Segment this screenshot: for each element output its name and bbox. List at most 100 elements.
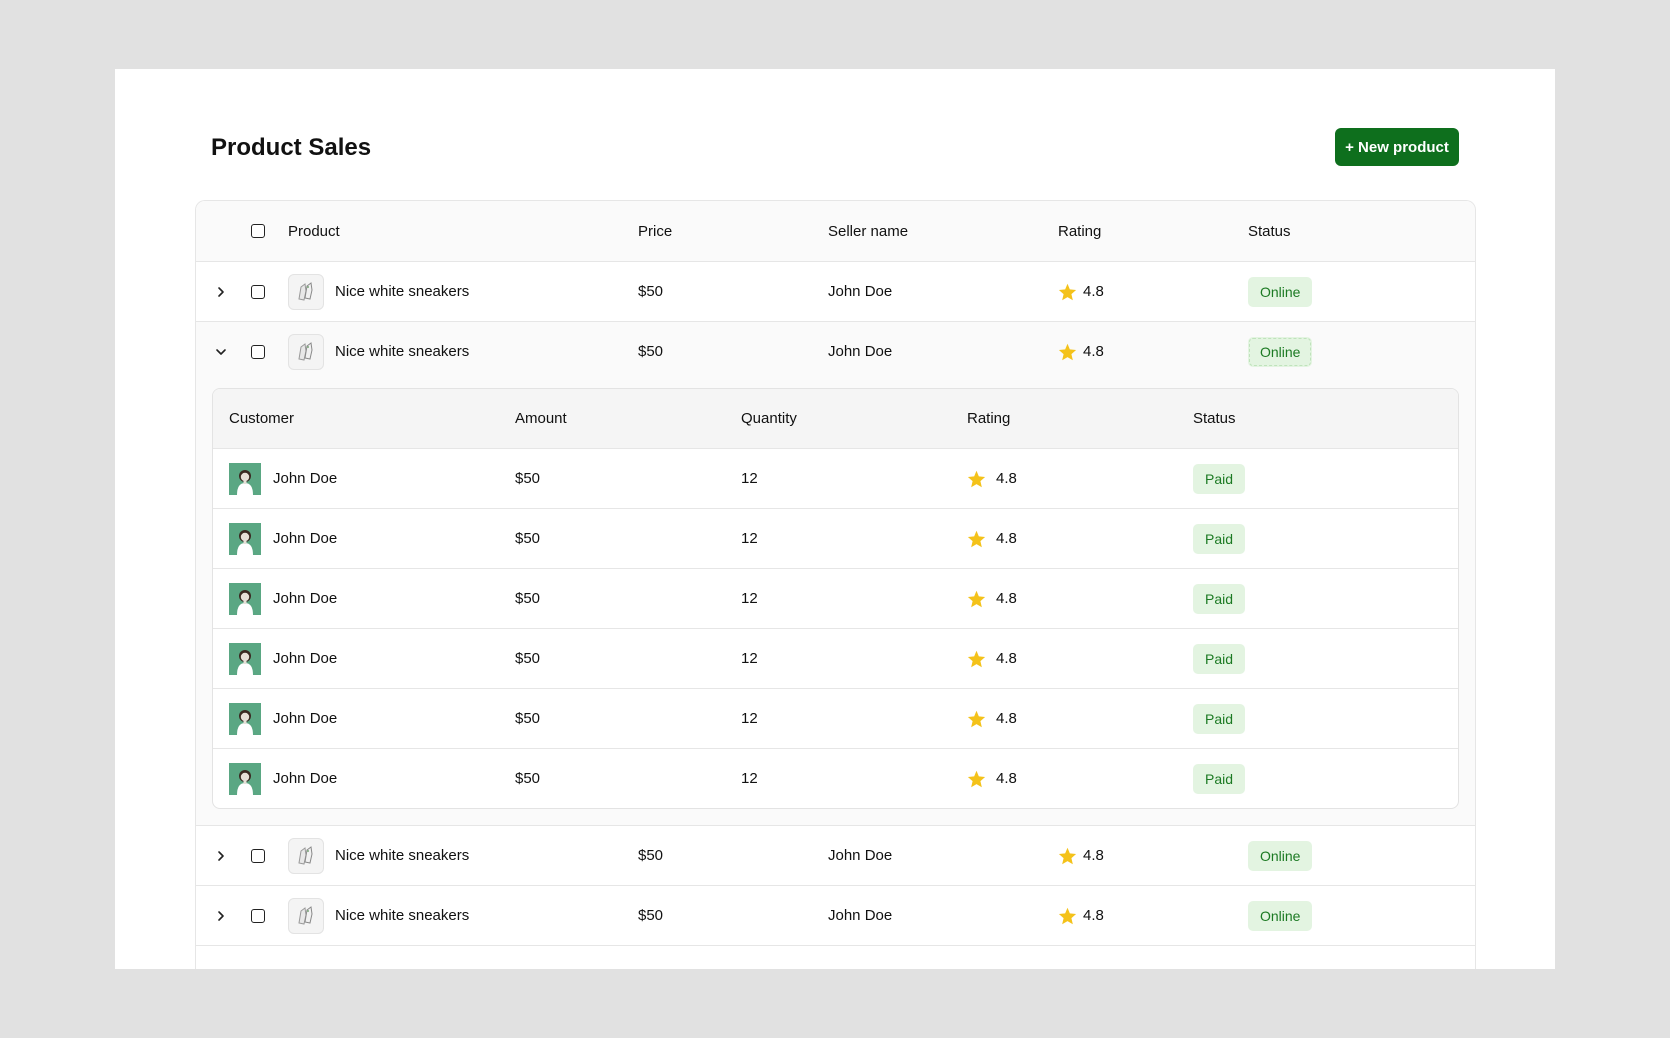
sale-quantity: 12 bbox=[741, 530, 758, 547]
product-name: Nice white sneakers bbox=[335, 283, 470, 300]
status-badge: Online bbox=[1248, 900, 1313, 931]
product-rating: 4.8 bbox=[1083, 343, 1104, 360]
sale-quantity: 12 bbox=[741, 770, 758, 787]
product-rating: 4.8 bbox=[1083, 847, 1104, 864]
customer-name: John Doe bbox=[273, 590, 338, 607]
sneaker-thumbnail bbox=[288, 273, 324, 310]
customer-name: John Doe bbox=[273, 470, 338, 487]
payment-status-badge: Paid bbox=[1193, 763, 1246, 794]
star-icon bbox=[1058, 343, 1077, 361]
expanded-sales-detail: Customer Amount Quantity Rating Status John … bbox=[196, 381, 1475, 826]
payment-status-badge: Paid bbox=[1193, 703, 1246, 734]
seller-name: John Doe bbox=[828, 847, 893, 864]
status-badge: Online bbox=[1248, 336, 1313, 367]
payment-status-badge: Paid bbox=[1193, 643, 1246, 674]
customer-name: John Doe bbox=[273, 770, 338, 787]
table-row[interactable]: Nice white sneakers $50 John Doe 4.8 Onl… bbox=[196, 322, 1475, 381]
row-checkbox[interactable] bbox=[251, 344, 265, 359]
table-row[interactable]: Nice white sneakers $50 John Doe 4.8 Onl… bbox=[196, 886, 1475, 946]
column-header-price: Price bbox=[638, 222, 673, 240]
row-checkbox[interactable] bbox=[251, 284, 265, 299]
star-icon bbox=[967, 470, 986, 488]
expand-toggle[interactable] bbox=[210, 262, 232, 321]
star-icon bbox=[967, 650, 986, 668]
sale-amount: $50 bbox=[515, 770, 541, 787]
select-all-checkbox[interactable] bbox=[251, 224, 265, 238]
page-title: Product Sales bbox=[211, 134, 372, 161]
sale-amount: $50 bbox=[515, 710, 541, 727]
payment-status-badge: Paid bbox=[1193, 583, 1246, 614]
sales-row: John Doe $50 12 4.8 Paid bbox=[213, 749, 1458, 808]
seller-name: John Doe bbox=[828, 343, 893, 360]
sneaker-thumbnail bbox=[288, 333, 324, 370]
table-row[interactable]: Nice white sneakers $50 John Doe 4.8 Onl… bbox=[196, 262, 1475, 322]
product-price: $50 bbox=[638, 343, 664, 360]
product-name: Nice white sneakers bbox=[335, 907, 470, 924]
sale-rating: 4.8 bbox=[996, 590, 1017, 607]
avatar bbox=[229, 702, 261, 735]
sale-rating: 4.8 bbox=[996, 530, 1017, 547]
chevron-right-icon bbox=[218, 286, 224, 297]
sneaker-thumbnail bbox=[288, 837, 324, 874]
product-name: Nice white sneakers bbox=[335, 343, 470, 360]
sale-rating: 4.8 bbox=[996, 470, 1017, 487]
new-product-button[interactable]: + New product bbox=[1335, 128, 1459, 166]
sales-row: John Doe $50 12 4.8 Paid bbox=[213, 509, 1458, 569]
subtable-column-header-quantity: Quantity bbox=[741, 410, 797, 427]
sales-row: John Doe $50 12 4.8 Paid bbox=[213, 449, 1458, 509]
sale-amount: $50 bbox=[515, 650, 541, 667]
avatar bbox=[229, 642, 261, 675]
star-icon bbox=[1058, 283, 1077, 301]
product-price: $50 bbox=[638, 907, 664, 924]
status-badge: Online bbox=[1248, 840, 1313, 871]
product-price: $50 bbox=[638, 847, 664, 864]
sale-quantity: 12 bbox=[741, 650, 758, 667]
sales-subtable: Customer Amount Quantity Rating Status John … bbox=[212, 388, 1459, 809]
avatar bbox=[229, 762, 261, 795]
product-name: Nice white sneakers bbox=[335, 847, 470, 864]
subtable-column-header-rating: Rating bbox=[967, 410, 1011, 427]
sale-amount: $50 bbox=[515, 530, 541, 547]
sale-quantity: 12 bbox=[741, 470, 758, 487]
sale-quantity: 12 bbox=[741, 590, 758, 607]
table-row[interactable]: Nice white sneakers $50 John Doe 4.8 Onl… bbox=[196, 826, 1475, 886]
avatar bbox=[229, 582, 261, 615]
expand-toggle[interactable] bbox=[210, 886, 232, 945]
avatar bbox=[229, 462, 261, 495]
column-header-rating: Rating bbox=[1058, 222, 1102, 240]
sale-quantity: 12 bbox=[741, 710, 758, 727]
star-icon bbox=[967, 590, 986, 608]
table-header: Product Price Seller name Rating Status bbox=[196, 201, 1475, 262]
subtable-column-header-status: Status bbox=[1193, 410, 1236, 427]
customer-name: John Doe bbox=[273, 650, 338, 667]
expand-toggle[interactable] bbox=[210, 826, 232, 885]
sale-rating: 4.8 bbox=[996, 710, 1017, 727]
row-checkbox[interactable] bbox=[251, 848, 265, 863]
sale-rating: 4.8 bbox=[996, 770, 1017, 787]
subtable-column-header-amount: Amount bbox=[515, 410, 567, 427]
payment-status-badge: Paid bbox=[1193, 463, 1246, 494]
product-rating: 4.8 bbox=[1083, 283, 1104, 300]
customer-name: John Doe bbox=[273, 530, 338, 547]
expand-toggle[interactable] bbox=[210, 322, 232, 381]
star-icon bbox=[967, 530, 986, 548]
subtable-column-header-customer: Customer bbox=[229, 410, 295, 427]
sales-row: John Doe $50 12 4.8 Paid bbox=[213, 629, 1458, 689]
column-header-status: Status bbox=[1248, 222, 1291, 240]
product-price: $50 bbox=[638, 283, 664, 300]
customer-name: John Doe bbox=[273, 710, 338, 727]
product-rating: 4.8 bbox=[1083, 907, 1104, 924]
avatar bbox=[229, 522, 261, 555]
column-header-seller: Seller name bbox=[828, 222, 909, 240]
star-icon bbox=[1058, 907, 1077, 925]
seller-name: John Doe bbox=[828, 283, 893, 300]
payment-status-badge: Paid bbox=[1193, 523, 1246, 554]
column-header-product: Product bbox=[288, 222, 340, 240]
star-icon bbox=[1058, 847, 1077, 865]
product-rows: Nice white sneakers $50 John Doe 4.8 Onl… bbox=[196, 262, 1475, 946]
chevron-right-icon bbox=[218, 850, 224, 861]
sale-rating: 4.8 bbox=[996, 650, 1017, 667]
star-icon bbox=[967, 770, 986, 788]
row-checkbox[interactable] bbox=[251, 908, 265, 923]
sales-row: John Doe $50 12 4.8 Paid bbox=[213, 689, 1458, 749]
